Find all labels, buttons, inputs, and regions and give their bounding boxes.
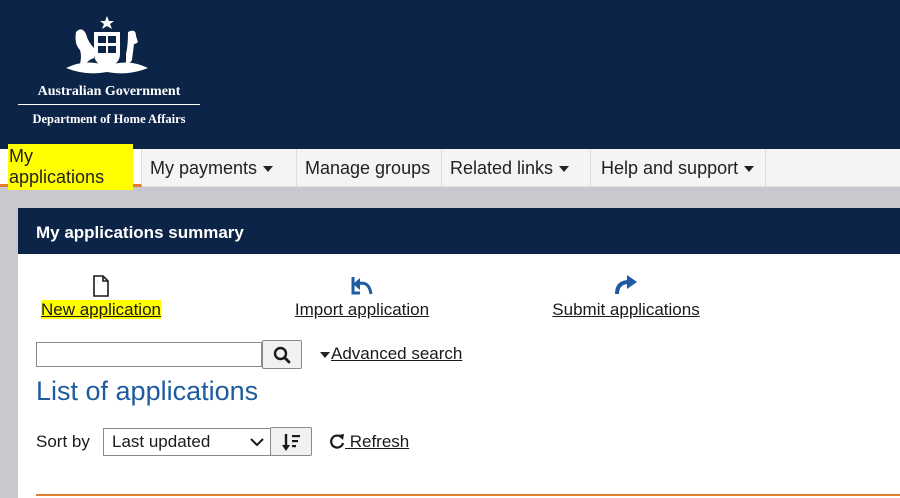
- nav-label: Related links: [450, 157, 554, 178]
- refresh-button[interactable]: Refresh: [329, 432, 409, 452]
- sort-label: Sort by: [36, 432, 90, 451]
- chevron-down-icon: [250, 438, 264, 447]
- search-input[interactable]: [36, 342, 262, 367]
- government-logo-text: Australian Government Department of Home…: [18, 84, 200, 127]
- document-icon: [93, 275, 109, 297]
- nav-my-payments[interactable]: My payments: [142, 149, 297, 187]
- search-button[interactable]: [262, 340, 302, 369]
- nav-label: Help and support: [601, 157, 739, 178]
- advanced-search-link[interactable]: Advanced search: [320, 344, 462, 364]
- new-application-button[interactable]: New application: [36, 274, 166, 320]
- sort-descending-icon: [282, 433, 300, 451]
- nav-related-links[interactable]: Related links: [442, 149, 591, 187]
- site-header: Australian Government Department of Home…: [0, 0, 900, 149]
- refresh-icon: [330, 434, 345, 449]
- main-nav: My applications My payments Manage group…: [0, 143, 900, 190]
- advanced-search-label: Advanced search: [331, 344, 463, 363]
- sort-selected-value: Last updated: [112, 432, 211, 451]
- search-icon: [273, 346, 291, 363]
- import-application-link[interactable]: Import application: [295, 300, 429, 319]
- import-application-button[interactable]: Import application: [288, 274, 436, 320]
- nav-help-and-support[interactable]: Help and support: [591, 149, 766, 187]
- forward-arrow-icon: [615, 275, 637, 295]
- nav-label: My applications: [8, 143, 133, 190]
- import-arrow-icon: [351, 277, 373, 295]
- applications-summary-panel: My applications summary New application …: [18, 208, 900, 498]
- nav-my-applications[interactable]: My applications: [0, 143, 142, 190]
- section-divider: [36, 494, 900, 496]
- nav-manage-groups[interactable]: Manage groups: [297, 149, 442, 187]
- submit-applications-button[interactable]: Submit applications: [544, 274, 708, 320]
- nav-label: My payments: [150, 157, 258, 178]
- caret-down-icon: [320, 352, 330, 358]
- submit-applications-link[interactable]: Submit applications: [552, 300, 699, 319]
- refresh-label: Refresh: [345, 432, 410, 451]
- panel-title: My applications summary: [18, 208, 900, 254]
- sort-select[interactable]: Last updated: [103, 428, 271, 456]
- gov-line-1: Australian Government: [18, 84, 200, 105]
- commonwealth-coat-of-arms-icon: [66, 16, 148, 74]
- caret-down-icon: [744, 166, 755, 172]
- caret-down-icon: [263, 166, 274, 172]
- sort-order-button[interactable]: [270, 427, 312, 456]
- caret-down-icon: [559, 166, 570, 172]
- new-application-link[interactable]: New application: [40, 300, 161, 319]
- list-title: List of applications: [36, 376, 259, 406]
- gov-line-2: Department of Home Affairs: [32, 112, 186, 126]
- nav-label: Manage groups: [305, 157, 431, 178]
